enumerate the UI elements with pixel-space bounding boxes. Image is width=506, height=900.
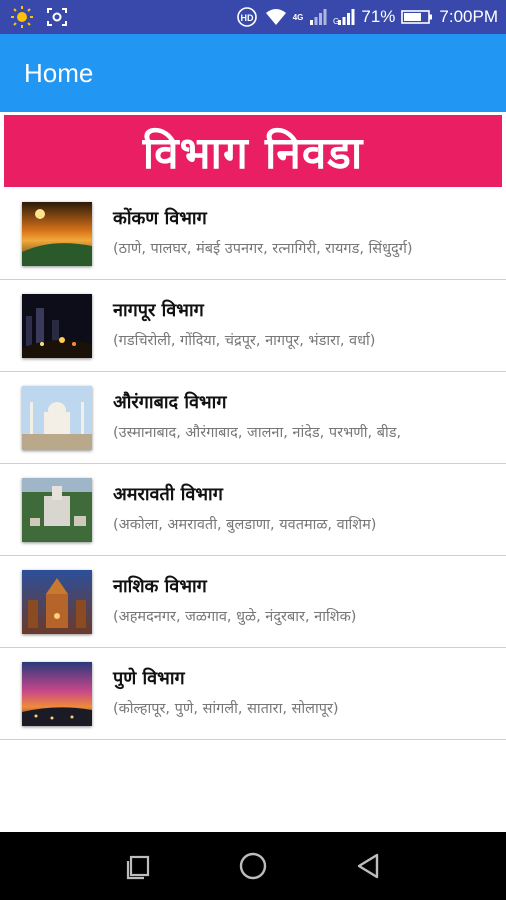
division-districts: (गडचिरोली, गोंदिया, चंद्रपूर, नागपूर, भं… [113, 333, 376, 349]
division-title: अमरावती विभाग [113, 484, 223, 505]
app-bar-title: Home [24, 57, 94, 88]
division-thumbnail [22, 294, 92, 358]
division-title: नाशिक विभाग [113, 576, 207, 597]
division-title: नागपूर विभाग [113, 300, 204, 321]
battery-icon [401, 9, 433, 25]
back-triangle-icon [358, 853, 379, 879]
division-title: औरंगाबाद विभाग [113, 392, 227, 413]
signal-strength-icon-2: G [333, 8, 355, 26]
app-bar: Home [0, 34, 506, 112]
division-districts: (अहमदनगर, जळगाव, धुळे, नंदुरबार, नाशिक) [113, 609, 357, 625]
division-thumbnail [22, 662, 92, 726]
division-thumbnail [22, 386, 92, 450]
navigation-bar [0, 832, 506, 900]
network-type-icon: 4G [293, 13, 304, 22]
list-item[interactable]: नागपूर विभाग (गडचिरोली, गोंदिया, चंद्रपू… [0, 280, 506, 372]
list-item[interactable]: पुणे विभाग (कोल्हापूर, पुणे, सांगली, सात… [0, 648, 506, 740]
screenshot-icon [46, 7, 68, 27]
hd-label: HD [240, 13, 253, 23]
signal-strength-icon [309, 8, 327, 26]
recent-apps-icon [126, 855, 149, 880]
list-item[interactable]: कोंकण विभाग (ठाणे, पालघर, मंबई उपनगर, रत… [0, 188, 506, 280]
division-thumbnail [22, 478, 92, 542]
back-button[interactable] [348, 846, 388, 886]
division-districts: (कोल्हापूर, पुणे, सांगली, सातारा, सोलापू… [113, 701, 339, 717]
division-districts: (उस्मानाबाद, औरंगाबाद, जालना, नांदेड, पर… [113, 425, 402, 441]
hd-voice-icon: HD [235, 7, 259, 27]
wifi-icon [265, 8, 287, 26]
clock: 7:00PM [439, 7, 498, 26]
status-bar: HD 4G G 71% 7:00PM [0, 0, 506, 34]
recent-apps-button[interactable] [118, 846, 158, 886]
brightness-icon [10, 5, 34, 29]
list-item[interactable]: औरंगाबाद विभाग (उस्मानाबाद, औरंगाबाद, जा… [0, 372, 506, 464]
division-thumbnail [22, 570, 92, 634]
division-list: कोंकण विभाग (ठाणे, पालघर, मंबई उपनगर, रत… [0, 188, 506, 740]
home-button[interactable] [233, 846, 273, 886]
list-item[interactable]: नाशिक विभाग (अहमदनगर, जळगाव, धुळे, नंदुर… [0, 556, 506, 648]
select-division-banner: विभाग निवडा [4, 115, 502, 187]
division-title: पुणे विभाग [113, 668, 185, 689]
list-item[interactable]: अमरावती विभाग (अकोला, अमरावती, बुलडाणा, … [0, 464, 506, 556]
division-districts: (ठाणे, पालघर, मंबई उपनगर, रत्नागिरी, राय… [113, 241, 413, 257]
division-title: कोंकण विभाग [113, 208, 207, 229]
home-circle-icon [239, 852, 267, 880]
division-thumbnail [22, 202, 92, 266]
division-districts: (अकोला, अमरावती, बुलडाणा, यवतमाळ, वाशिम) [113, 517, 377, 533]
network-label: 4G [292, 12, 304, 22]
battery-percent: 71% [361, 7, 396, 26]
